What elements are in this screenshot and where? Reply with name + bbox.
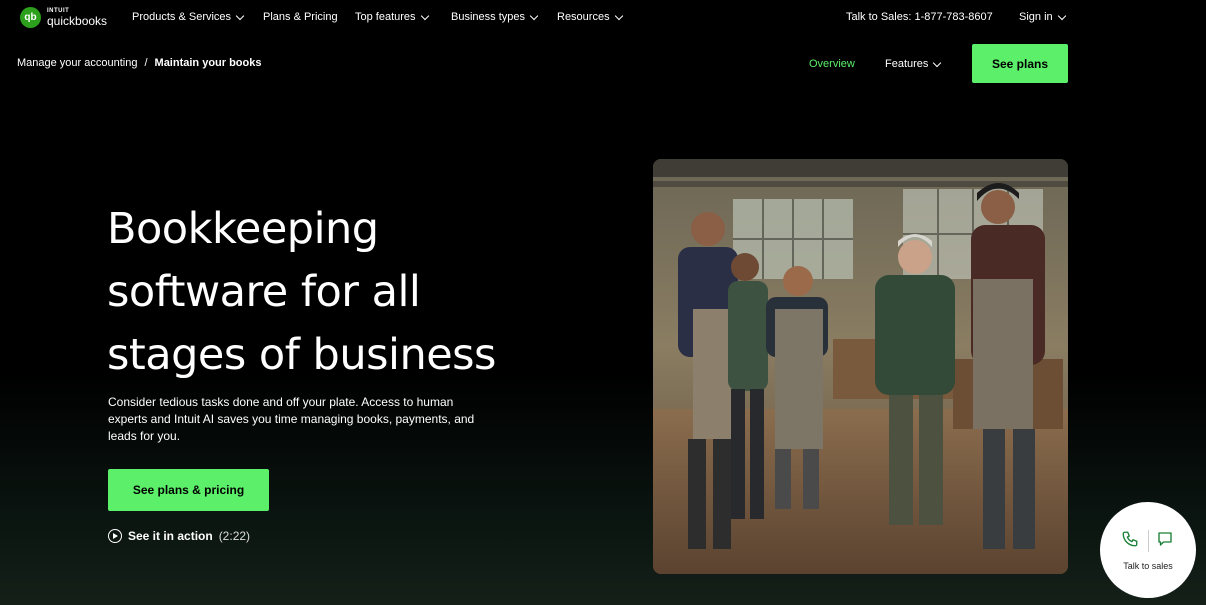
hero-title: Bookkeeping software for all stages of b… — [107, 198, 537, 387]
chevron-down-icon — [1057, 11, 1066, 20]
subnav-features-dropdown[interactable]: Features — [885, 58, 942, 70]
hero-title-line: stages of business — [107, 330, 496, 380]
nav-resources[interactable]: Resources — [557, 11, 623, 23]
sales-phone-label: Talk to Sales: 1-877-783-8607 — [846, 11, 993, 23]
see-it-in-action-link[interactable]: See it in action (2:22) — [108, 529, 250, 543]
nav-top-features[interactable]: Top features — [355, 11, 429, 23]
play-icon — [108, 529, 122, 543]
logo-wordmark: INTUIT quickbooks — [47, 8, 107, 27]
hero-workshop-photo — [653, 159, 1068, 574]
video-link-label: See it in action — [128, 529, 213, 543]
chevron-down-icon — [420, 11, 429, 20]
breadcrumb-separator: / — [144, 57, 148, 69]
chevron-down-icon — [614, 11, 623, 20]
chat-icon[interactable] — [1156, 530, 1174, 553]
top-navigation: qb INTUIT quickbooks Products & Services… — [0, 0, 1206, 36]
nav-products-services[interactable]: Products & Services — [132, 11, 245, 23]
nav-item-label: Top features — [355, 11, 416, 23]
quickbooks-logo[interactable]: qb INTUIT quickbooks — [20, 7, 107, 28]
widget-divider — [1148, 530, 1149, 552]
nav-plans-pricing[interactable]: Plans & Pricing — [263, 11, 338, 23]
breadcrumb: Manage your accounting / Maintain your boo… — [17, 57, 262, 69]
features-label: Features — [885, 58, 929, 70]
sign-in-label: Sign in — [1019, 11, 1053, 23]
subnav-overview-link[interactable]: Overview — [809, 58, 855, 70]
nav-item-label: Products & Services — [132, 11, 232, 23]
nav-business-types[interactable]: Business types — [451, 11, 539, 23]
nav-item-label: Business types — [451, 11, 525, 23]
chevron-down-icon — [235, 11, 245, 20]
qb-logo-icon: qb — [20, 7, 41, 28]
hero-title-line: software for all — [107, 267, 421, 317]
nav-item-label: Plans & Pricing — [263, 11, 338, 23]
sign-in-menu[interactable]: Sign in — [1019, 11, 1066, 23]
hero-title-line: Bookkeeping — [107, 204, 379, 254]
phone-icon[interactable] — [1121, 530, 1139, 553]
talk-to-sales-widget[interactable]: Talk to sales — [1100, 502, 1196, 598]
see-plans-button[interactable]: See plans — [972, 44, 1068, 83]
talk-to-sales-label: Talk to sales — [1123, 561, 1173, 571]
logo-quickbooks-text: quickbooks — [47, 14, 108, 28]
talk-to-sales-phone-link[interactable]: Talk to Sales: 1-877-783-8607 — [846, 11, 993, 23]
breadcrumb-link-manage-accounting[interactable]: Manage your accounting — [17, 57, 137, 69]
chevron-down-icon — [933, 58, 942, 67]
see-plans-pricing-button[interactable]: See plans & pricing — [108, 469, 269, 511]
chevron-down-icon — [529, 11, 539, 20]
breadcrumb-current: Maintain your books — [154, 57, 262, 69]
video-duration: (2:22) — [218, 529, 251, 543]
nav-item-label: Resources — [557, 11, 610, 23]
hero-description: Consider tedious tasks done and off your… — [108, 395, 475, 443]
